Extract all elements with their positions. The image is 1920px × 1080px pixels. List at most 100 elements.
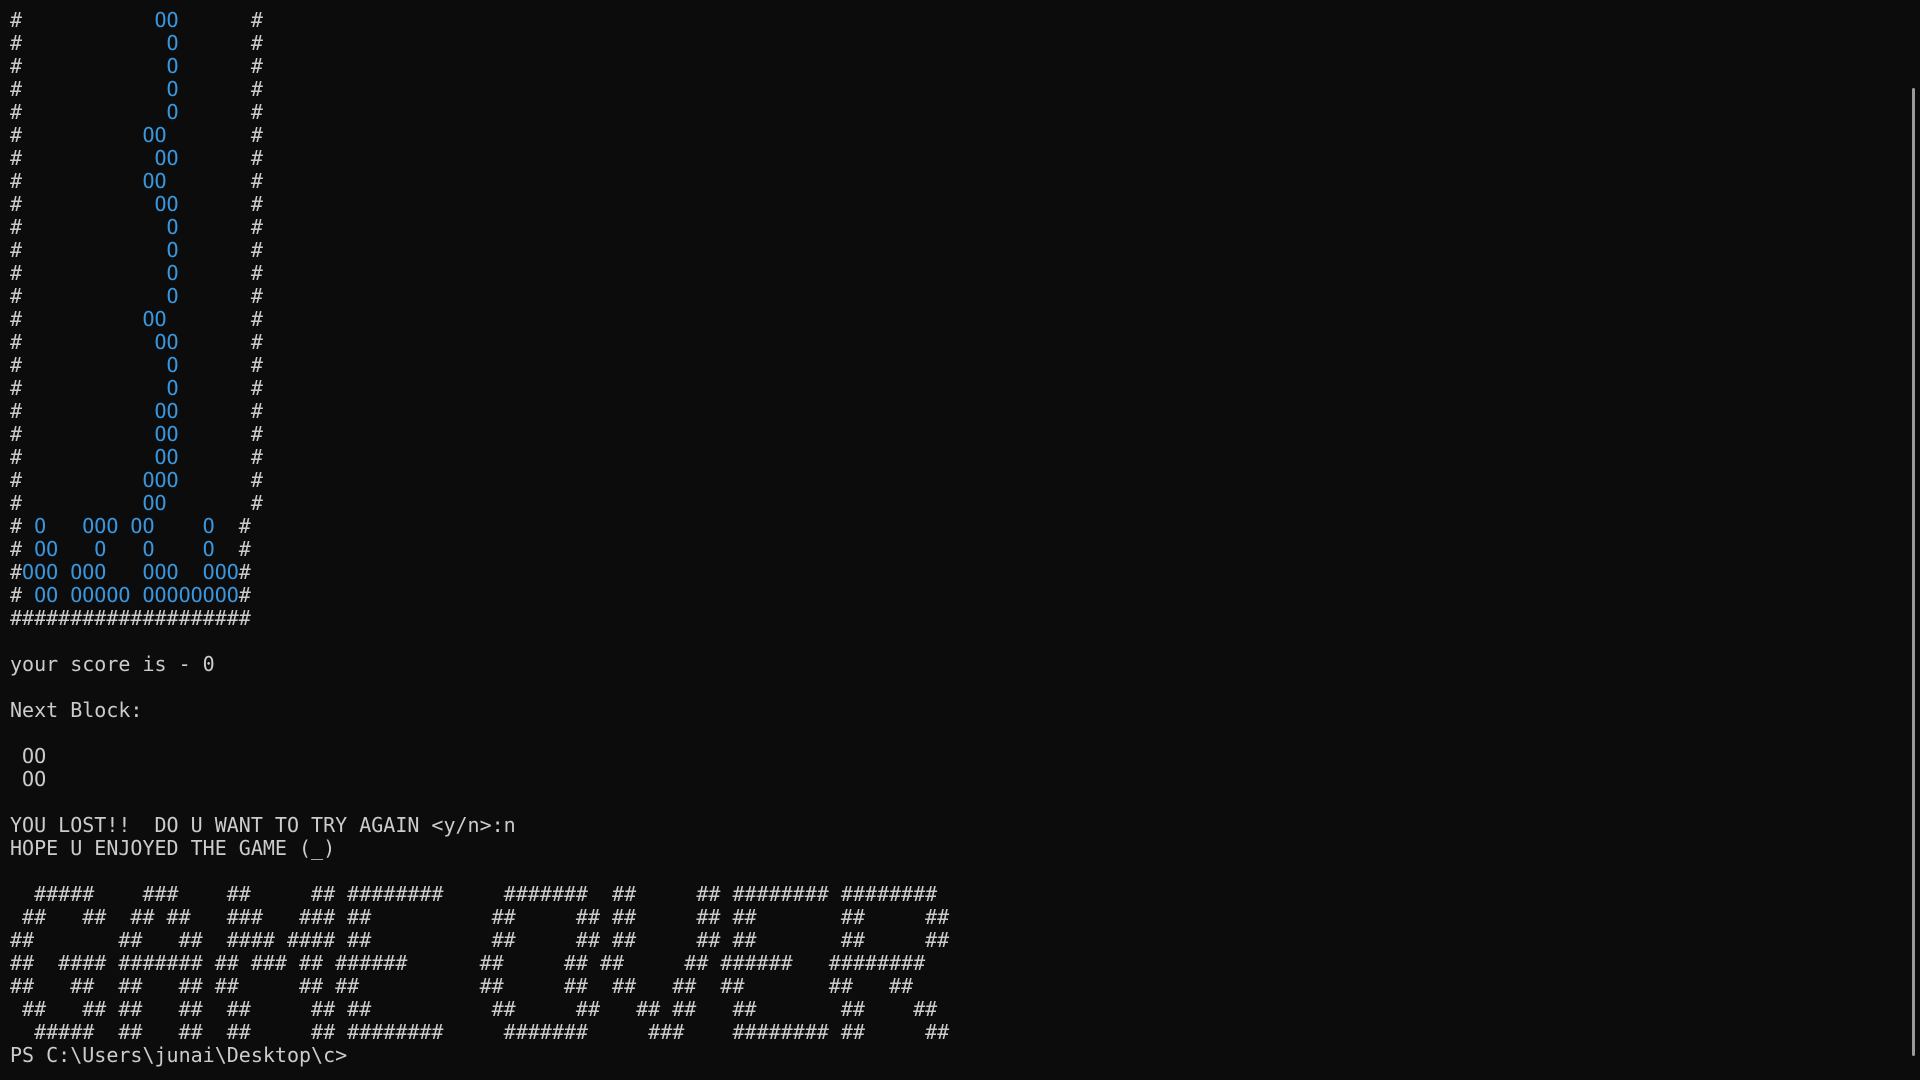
board-wall-left: # xyxy=(10,307,23,331)
next-block-preview: OO xyxy=(10,744,47,768)
game-over-art-row: ## ## ## ## ## ## ## ## ## ## ## ## ## #… xyxy=(10,975,1890,998)
score-text: your score is - 0 xyxy=(10,652,215,676)
board-blocks: OO xyxy=(154,445,179,469)
board-wall-left: # xyxy=(10,77,23,101)
board-wall-left: # xyxy=(10,169,23,193)
next-block-row: OO xyxy=(10,745,1890,768)
board-blocks: OOO xyxy=(142,468,179,492)
board-blocks: O xyxy=(166,215,179,239)
board-blocks: O xyxy=(166,261,179,285)
board-wall-right: # xyxy=(238,560,251,584)
board-gap xyxy=(22,399,154,423)
scrollbar-track[interactable] xyxy=(1904,0,1920,1080)
board-wall-right: # xyxy=(178,376,263,400)
lost-prompt: YOU LOST!! DO U WANT TO TRY AGAIN <y/n>:… xyxy=(10,813,516,837)
board-gap xyxy=(22,330,154,354)
board-blocks: O OOO OO O xyxy=(34,514,215,538)
board-blocks: O xyxy=(166,31,179,55)
board-gap xyxy=(22,284,167,308)
board-wall-right: # xyxy=(166,169,263,193)
board-gap xyxy=(22,238,167,262)
shell-prompt-line[interactable]: PS C:\Users\junai\Desktop\c> xyxy=(10,1044,1890,1067)
game-over-art-text: ## #### ####### ## ### ## ###### ## ## #… xyxy=(10,951,926,975)
board-blocks: OO xyxy=(142,123,167,147)
board-gap xyxy=(22,307,142,331)
board-gap xyxy=(22,583,34,607)
board-row: # OO O O O # xyxy=(10,538,1890,561)
board-row: # OO # xyxy=(10,9,1890,32)
board-gap xyxy=(22,376,167,400)
board-wall-right: # xyxy=(178,238,263,262)
board-blocks: OO xyxy=(142,491,167,515)
game-over-art-text: ## ## ## ## ## ## ## ## ## ## ## ## ## #… xyxy=(10,974,914,998)
board-gap xyxy=(22,445,154,469)
board-wall-left: # xyxy=(10,560,23,584)
next-block-row: OO xyxy=(10,768,1890,791)
board-wall-right: # xyxy=(214,514,251,538)
board-wall-left: # xyxy=(10,31,23,55)
board-blocks: OOO OOO OOO OOO xyxy=(22,560,239,584)
board-gap xyxy=(22,261,167,285)
game-over-art-row: ## ## ## ## ## ## ## ## ## ## ## ## ## #… xyxy=(10,998,1890,1021)
board-row: # O # xyxy=(10,216,1890,239)
game-over-art-text: ## ## ## ## ### ### ## ## ## ## ## ## ##… xyxy=(10,905,950,929)
board-blocks: OO xyxy=(154,330,179,354)
board-blocks: OO xyxy=(154,146,179,170)
board-wall-right: # xyxy=(166,307,263,331)
board-blocks: OO xyxy=(142,307,167,331)
board-wall-left: # xyxy=(10,8,23,32)
board-gap xyxy=(22,77,167,101)
board-blocks: O xyxy=(166,100,179,124)
next-block-label: Next Block: xyxy=(10,698,143,722)
board-wall-right: # xyxy=(178,8,263,32)
terminal-window[interactable]: # OO # # O # # O # # O # # O # # OO # # OO # # … xyxy=(0,0,1920,1080)
scrollbar-thumb[interactable] xyxy=(1912,88,1915,1056)
board-wall-right: # xyxy=(178,54,263,78)
board-wall-left: # xyxy=(10,192,23,216)
game-over-art-text: ##### ## ## ## ## ######## ####### ### #… xyxy=(10,1020,950,1044)
board-gap xyxy=(22,491,142,515)
lost-prompt-line: YOU LOST!! DO U WANT TO TRY AGAIN <y/n>:… xyxy=(10,814,1890,837)
shell-prompt: PS C:\Users\junai\Desktop\c> xyxy=(10,1043,348,1067)
board-row: # O # xyxy=(10,32,1890,55)
board-wall-right: # xyxy=(178,192,263,216)
board-blocks: O xyxy=(166,284,179,308)
board-row: # OOO # xyxy=(10,469,1890,492)
board-floor: #################### xyxy=(10,607,1890,630)
board-wall-right: # xyxy=(166,123,263,147)
board-row: # O # xyxy=(10,377,1890,400)
board-wall-right: # xyxy=(166,491,263,515)
board-gap xyxy=(22,537,34,561)
board-wall-right: # xyxy=(178,422,263,446)
board-blocks: O xyxy=(166,54,179,78)
board-gap xyxy=(22,514,34,538)
board-wall-right: # xyxy=(214,537,251,561)
board-row: # OO # xyxy=(10,446,1890,469)
board-wall-left: # xyxy=(10,491,23,515)
board-gap xyxy=(22,123,142,147)
board-wall-left: # xyxy=(10,514,23,538)
board-row: # O OOO OO O # xyxy=(10,515,1890,538)
board-wall-right: # xyxy=(178,261,263,285)
goodbye-line: HOPE U ENJOYED THE GAME (_) xyxy=(10,837,1890,860)
board-blocks: OO xyxy=(154,192,179,216)
board-gap xyxy=(22,169,142,193)
game-over-art-row: ## ## ## #### #### ## ## ## ## ## ## ## … xyxy=(10,929,1890,952)
board-row: #OOO OOO OOO OOO# xyxy=(10,561,1890,584)
board-blocks: OO xyxy=(154,422,179,446)
board-wall-right: # xyxy=(178,284,263,308)
game-over-art-row: ##### ### ## ## ######## ####### ## ## #… xyxy=(10,883,1890,906)
board-blocks: OO OOOOO OOOOOOOO xyxy=(34,583,239,607)
board-gap xyxy=(22,8,154,32)
board-wall-left: # xyxy=(10,54,23,78)
board-wall-right: # xyxy=(178,31,263,55)
board-row: # O # xyxy=(10,239,1890,262)
board-gap xyxy=(22,468,142,492)
board-blocks: O xyxy=(166,238,179,262)
board-wall-right: # xyxy=(178,77,263,101)
board-blocks: OO xyxy=(154,8,179,32)
board-wall-left: # xyxy=(10,399,23,423)
board-gap xyxy=(22,54,167,78)
